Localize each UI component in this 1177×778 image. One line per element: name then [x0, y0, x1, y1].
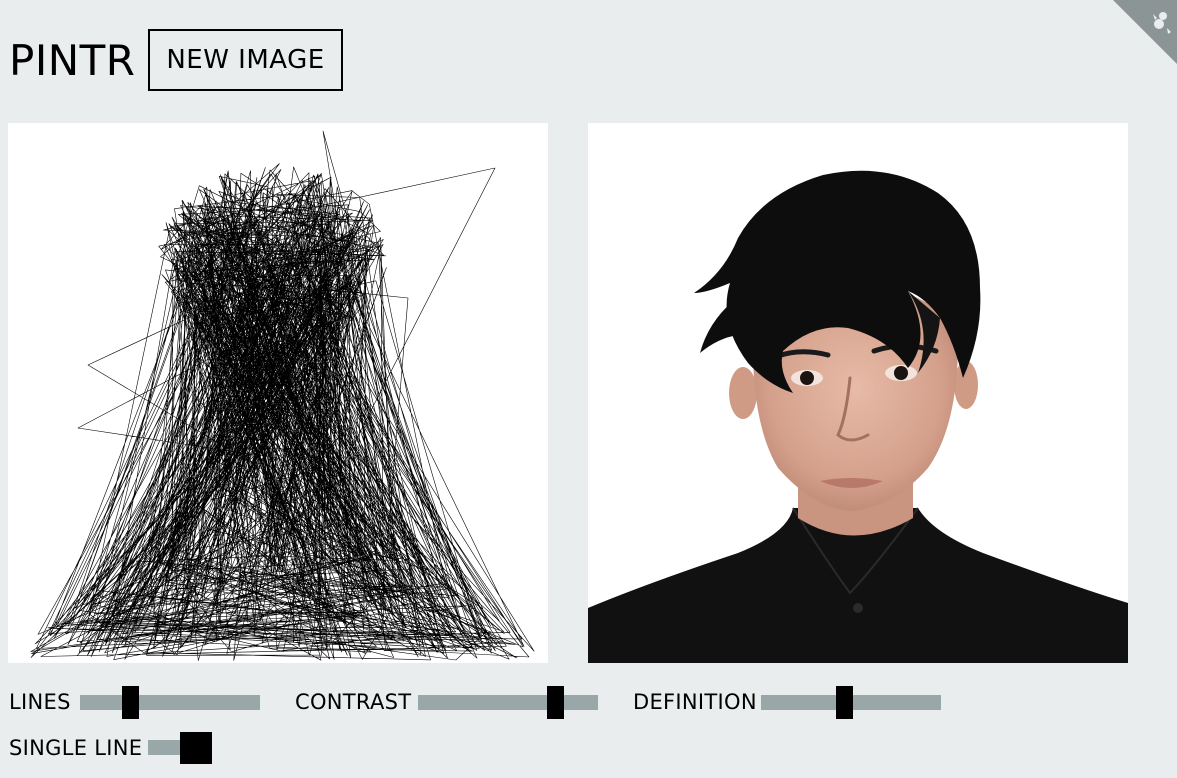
github-corner-link[interactable] [1113, 0, 1177, 64]
definition-label: DEFINITION [633, 690, 757, 714]
github-cat-icon [1113, 0, 1177, 64]
portrait-image [588, 123, 1128, 663]
single-line-label: SINGLE LINE [9, 736, 143, 760]
contrast-slider[interactable] [418, 686, 598, 719]
app-title: PINTR [9, 36, 136, 85]
new-image-button[interactable]: NEW IMAGE [148, 29, 343, 91]
contrast-label: CONTRAST [295, 690, 412, 714]
lines-label: LINES [9, 690, 71, 714]
contrast-slider-thumb[interactable] [547, 686, 564, 719]
line-art-drawing [30, 130, 535, 661]
definition-slider-thumb[interactable] [836, 686, 853, 719]
lines-slider-thumb[interactable] [122, 686, 139, 719]
single-line-toggle-thumb[interactable] [180, 732, 212, 764]
lines-slider[interactable] [80, 686, 260, 719]
single-line-toggle[interactable] [148, 740, 182, 755]
definition-slider[interactable] [761, 686, 941, 719]
source-photo [588, 123, 1128, 663]
line-art-canvas [8, 123, 548, 663]
